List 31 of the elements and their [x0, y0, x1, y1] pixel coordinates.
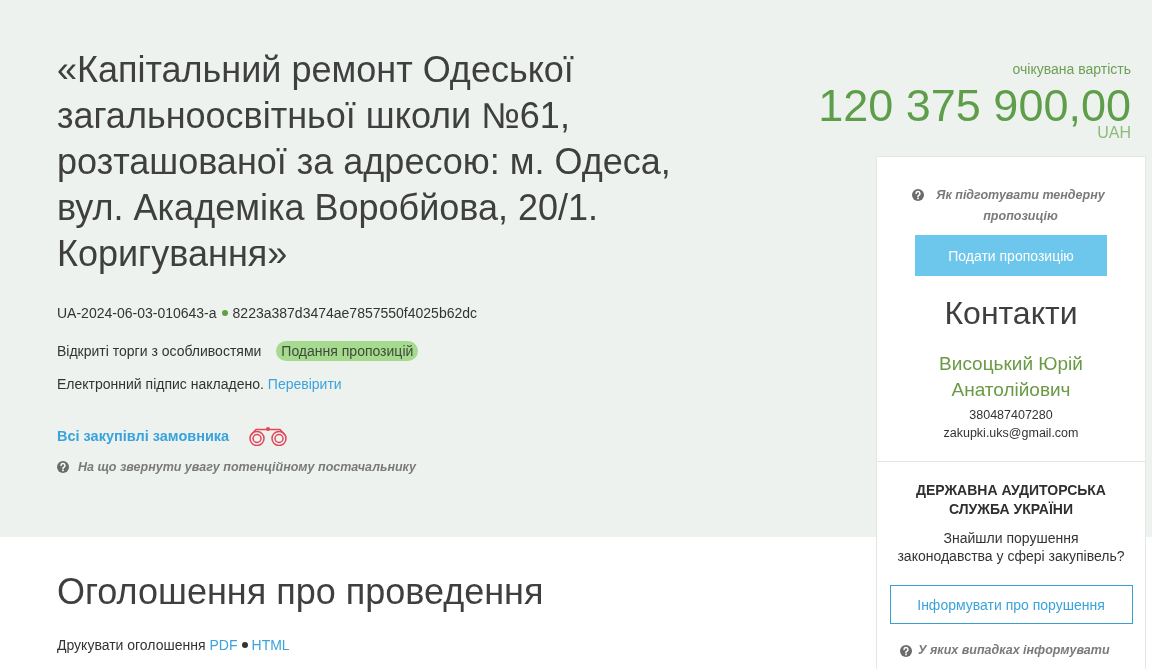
buyer-tenders-link[interactable]: Всі закупівлі замовника — [57, 426, 230, 446]
help-icon — [900, 644, 912, 657]
status-badge: Подання пропозицій — [276, 341, 419, 361]
separator-dot-icon — [241, 642, 248, 648]
tender-id: UA-2024-06-03-010643-a — [57, 304, 217, 323]
report-help-link[interactable]: У яких випадках інформувати — [918, 640, 1110, 661]
contact-email: zakupki.uks@gmail.com — [942, 425, 1080, 442]
supplier-help-link[interactable]: На що звернути увагу потенційному постачальнику — [78, 457, 417, 477]
tender-hash: 8223a387d3474ae7857550f4025b62dc — [232, 304, 478, 323]
audit-service-heading: ДЕРЖАВНА АУДИТОРСЬКА СЛУЖБА УКРАЇНИ — [915, 481, 1107, 519]
print-format-link[interactable]: HTML — [251, 635, 290, 655]
separator-dot-icon — [221, 310, 228, 316]
print-label: Друкувати оголошення — [57, 636, 206, 655]
audit-question: Знайшли порушення законодавства у сфері закупівель? — [896, 529, 1126, 565]
verify-link[interactable]: Перевірити — [267, 374, 342, 394]
contact-name: Висоцький Юрій Анатолійович — [938, 352, 1084, 402]
binoculars-icon[interactable] — [247, 426, 290, 446]
help-icon — [911, 189, 924, 201]
price-label: очікувана вартість — [1011, 60, 1131, 78]
price-currency: UAH — [1097, 124, 1131, 141]
signature-text: Електронний підпис накладено. — [57, 375, 264, 394]
contact-phone: 380487407280 — [968, 407, 1054, 424]
tender-title: «Капітальний ремонт Одеської загальноосвітньої школи №61, розташованої за адресою: м. Одеса, вул. Академіка Воробйова, 20/1. Коригування» — [57, 48, 672, 276]
submit-bid-button[interactable]: Подати пропозицію — [915, 235, 1107, 276]
bid-help-link[interactable]: Як підготувати тендерну пропозицію — [930, 185, 1111, 227]
procedure-type: Відкриті торги з особливостями — [57, 342, 262, 361]
section-heading: Оголошення про проведення — [57, 570, 544, 614]
contacts-heading: Контакти — [943, 294, 1079, 333]
help-icon — [57, 461, 69, 473]
report-violation-button[interactable]: Інформувати про порушення — [889, 585, 1133, 624]
print-format-link[interactable]: PDF — [209, 635, 238, 655]
